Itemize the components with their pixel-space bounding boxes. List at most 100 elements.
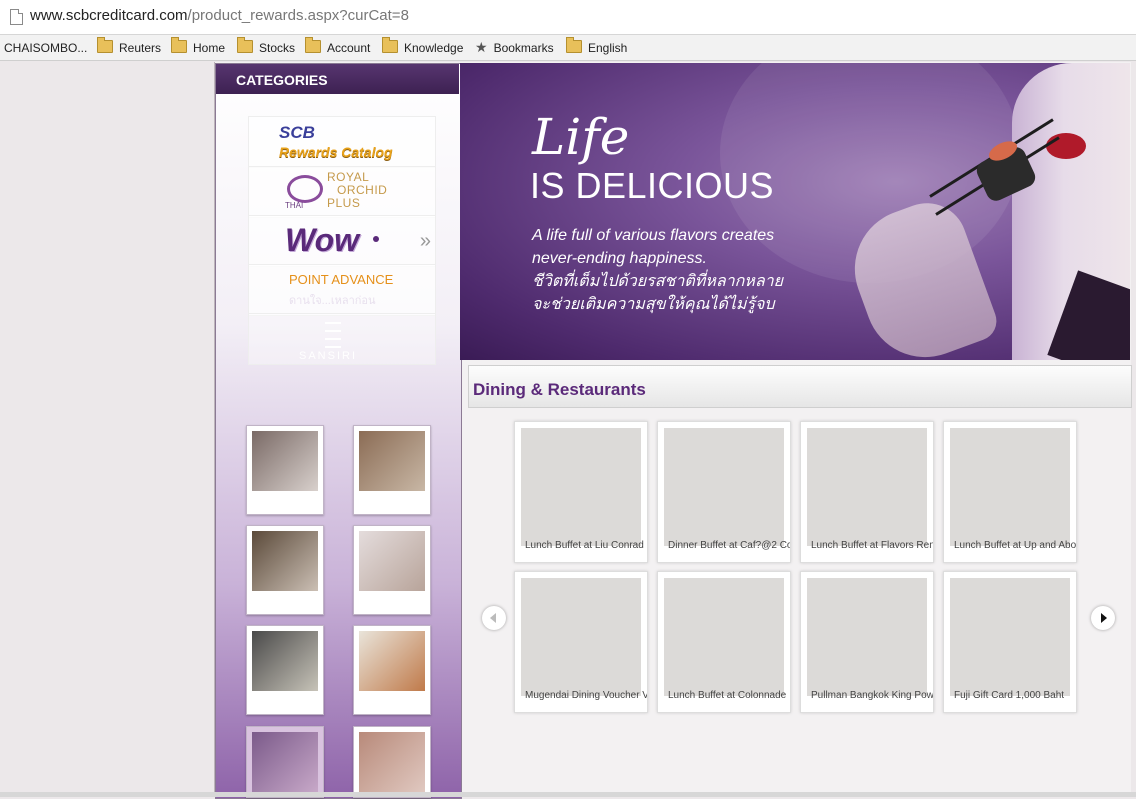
section-title: Dining & Restaurants [473,380,646,399]
product-image [807,578,927,696]
carousel-next-button[interactable] [1091,606,1115,630]
product-label: Pullman Bangkok King Powe [811,690,934,701]
sport-thumbnail[interactable] [246,625,324,715]
product-card[interactable]: Lunch Buffet at Flavors Rena [800,421,934,563]
bookmark-bookmarks[interactable]: ★ Bookmarks [475,39,554,56]
banner-copy-en-1: A life full of various flavors creates [532,227,775,244]
thumbnail-image [359,531,425,591]
product-label: Lunch Buffet at Colonnade [668,690,787,701]
banner-copy-th-2: จะช่วยเติมความสุขให้คุณได้ไม่รู้จบ [532,296,775,313]
product-label: Lunch Buffet at Up and Above [954,540,1077,551]
leisure-thumbnail[interactable] [353,625,431,715]
sansiri-logo-icon [325,322,341,348]
categories-title: CATEGORIES [236,72,328,88]
url-host: www.scbcreditcard.com [30,7,188,24]
product-label: Dinner Buffet at Caf?@2 Co [668,540,791,551]
point-advance-subtitle: ดานใจ...เหลาก่อน [289,295,376,307]
address-bar[interactable]: www.scbcreditcard.com/product_rewards.as… [0,0,1136,35]
point-advance-title: POINT ADVANCE [289,272,394,287]
sansiri-text: SANSIRI [299,350,358,362]
section-header: Dining & Restaurants [468,365,1132,408]
roc-line2: ORCHID [337,183,388,197]
bookmark-account[interactable]: Account [305,37,370,56]
travel-thumbnail[interactable] [353,425,431,515]
scb-rewards-catalog-link[interactable]: SCB Rewards Catalog [248,116,436,168]
roc-line3: PLUS [327,196,361,210]
bookmark-stocks[interactable]: Stocks [237,37,296,56]
banner-title: IS DELICIOUS [530,165,775,206]
url-text[interactable]: www.scbcreditcard.com/product_rewards.as… [30,7,409,24]
point-advance-link[interactable]: POINT ADVANCE ดานใจ...เหลาก่อน [248,264,436,316]
banner-copy-en-2: never-ending happiness. [532,250,707,267]
product-card[interactable]: Dinner Buffet at Caf?@2 Co [657,421,791,563]
dining-thumbnail[interactable] [246,726,324,798]
categories-sidebar: CATEGORIES SCB Rewards Catalog THAI ROYA… [215,63,462,799]
folder-icon [305,37,321,53]
thumbnail-image [359,431,425,491]
bookmark-label: CHAISOMBO... [4,40,88,55]
royal-orchid-plus-text: ROYAL ORCHID PLUS [327,171,387,210]
banner-copy-th-1: ชีวิตที่เต็มไปด้วยรสชาติที่หลากหลาย [532,273,784,290]
product-card[interactable]: Lunch Buffet at Up and Above [943,421,1077,563]
bookmark-reuters[interactable]: Reuters [97,37,162,56]
bookmark-label: Stocks [259,40,296,55]
product-label: Fuji Gift Card 1,000 Baht [954,690,1065,701]
star-icon: ★ [475,39,488,55]
product-label: Lunch Buffet at Liu Conrad B [525,540,648,551]
categories-header: CATEGORIES [216,64,459,94]
scb-logo-text: SCB [279,123,315,142]
product-label: Lunch Buffet at Flavors Rena [811,540,934,551]
folder-icon [171,37,187,53]
product-card[interactable]: Mugendai Dining Voucher V [514,571,648,713]
url-path: /product_rewards.aspx?curCat=8 [187,7,409,24]
shopping-thumbnail[interactable] [246,525,324,615]
product-image [521,578,641,696]
thumbnail-image [252,431,318,491]
product-card[interactable]: Pullman Bangkok King Powe [800,571,934,713]
product-image [664,428,784,546]
fashion-thumbnail[interactable] [246,425,324,515]
product-card[interactable]: Lunch Buffet at Colonnade [657,571,791,713]
wow-dot-icon [373,236,379,242]
lips-illustration [1046,133,1086,159]
product-image [950,578,1070,696]
product-card[interactable]: Lunch Buffet at Liu Conrad B [514,421,648,563]
thai-orchid-icon [287,175,323,203]
product-image [807,428,927,546]
horizontal-scrollbar[interactable] [0,792,1136,797]
product-image [950,428,1070,546]
community-thumbnail[interactable] [353,726,431,798]
banner-script-title: Life [532,108,630,166]
thumbnail-image [359,631,425,691]
banner-copy: A life full of various flavors creates n… [532,224,783,316]
rewards-catalog-text: Rewards Catalog [279,144,393,160]
thumbnail-image [359,732,425,792]
folder-icon [237,37,253,53]
page-icon [10,9,23,25]
product-image [521,428,641,546]
thumbnail-image [252,732,318,792]
bookmark-english[interactable]: English [566,37,627,56]
wow-logo-text: Wow [285,222,360,258]
bookmark-home[interactable]: Home [171,37,226,56]
folder-icon [566,37,582,53]
bookmark-label: Home [193,40,226,55]
bookmark-label: Reuters [119,40,162,55]
carousel-prev-button[interactable] [482,606,506,630]
thumbnail-image [252,531,318,591]
product-label: Mugendai Dining Voucher V [525,690,648,701]
hero-banner: Life IS DELICIOUS A life full of various… [460,63,1130,360]
lifestyle-thumbnail[interactable] [353,525,431,615]
folder-icon [97,37,113,53]
product-card[interactable]: Fuji Gift Card 1,000 Baht [943,571,1077,713]
bookmark-chaisombo[interactable]: CHAISOMBO... [4,39,87,56]
chevron-right-icon: » [419,230,431,252]
bookmark-knowledge[interactable]: Knowledge [382,37,463,56]
folder-icon [382,37,398,53]
bookmark-label: Bookmarks [493,40,554,55]
royal-orchid-plus-link[interactable]: THAI ROYAL ORCHID PLUS [248,166,436,218]
sansiri-link[interactable]: SANSIRI [248,313,436,365]
wow-link[interactable]: Wow » [248,215,436,267]
thai-label: THAI [285,201,304,210]
bookmarks-bar: CHAISOMBO... Reuters Home Stocks Account… [0,35,1136,61]
